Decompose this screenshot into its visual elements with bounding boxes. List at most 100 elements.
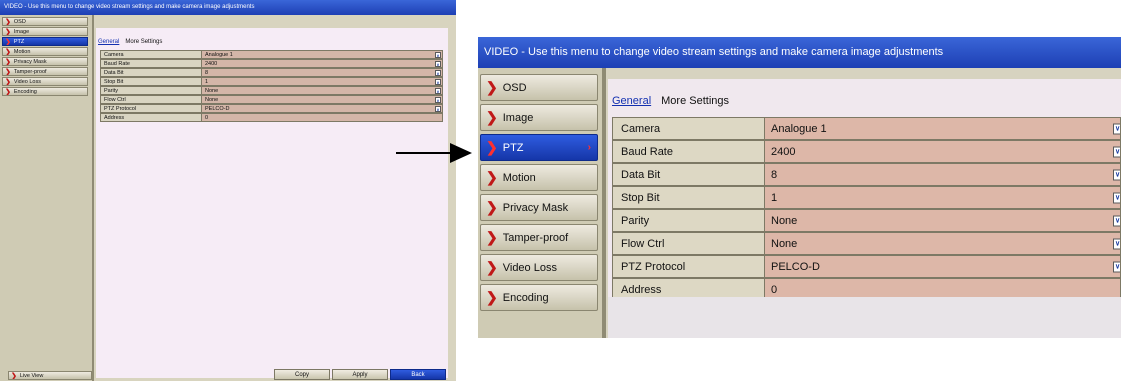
chevron-down-icon[interactable]: ∨ [1113, 123, 1120, 134]
sidebar-item-label: PTZ [13, 38, 25, 45]
setting-value: 8 [771, 168, 778, 181]
chevron-right-icon: ❯ [5, 88, 11, 96]
chevron-down-icon[interactable]: ∨ [1113, 215, 1120, 226]
stop-bit-select[interactable]: 1 ∨ [202, 77, 443, 86]
sidebar-item-label: Encoding [502, 291, 549, 304]
chevron-down-icon[interactable]: ∨ [435, 87, 441, 94]
setting-value: PELCO-D [205, 105, 230, 112]
chevron-right-icon: ❯ [486, 139, 498, 155]
window-title: VIDEO - Use this menu to change video st… [0, 0, 456, 15]
setting-label: Stop Bit [100, 77, 202, 86]
sidebar-item-motion[interactable]: ❯ Motion [2, 47, 88, 56]
sidebar-item-label: PTZ [502, 141, 524, 154]
zoomed-video-menu: VIDEO - Use this menu to change video st… [478, 37, 1121, 338]
setting-value: 1 [205, 78, 209, 85]
chevron-right-icon: ❯ [486, 289, 498, 305]
flow-ctrl-select[interactable]: None ∨ [202, 95, 443, 104]
chevron-down-icon[interactable]: ∨ [435, 105, 441, 112]
table-row: Stop Bit 1 ∨ [100, 77, 443, 86]
parity-select[interactable]: None ∨ [202, 86, 443, 95]
setting-label: Camera [100, 50, 202, 59]
sidebar-item-label: Motion [13, 48, 31, 55]
sidebar-item-privacy-mask[interactable]: ❯ Privacy Mask [480, 194, 598, 221]
table-row: Flow Ctrl None ∨ [100, 95, 443, 104]
chevron-down-icon[interactable]: ∨ [1113, 261, 1120, 272]
setting-label: Flow Ctrl [612, 232, 765, 255]
data-bit-select[interactable]: 8 ∨ [765, 163, 1121, 186]
sidebar-item-ptz[interactable]: ❯ PTZ › [480, 134, 598, 161]
copy-button[interactable]: Copy [274, 369, 330, 380]
sidebar-item-motion[interactable]: ❯ Motion [480, 164, 598, 191]
table-row: Stop Bit 1 ∨ [612, 186, 1121, 209]
chevron-down-icon[interactable]: ∨ [435, 78, 441, 85]
sidebar-item-label: Privacy Mask [502, 201, 569, 214]
tab-more-settings[interactable]: More Settings [661, 95, 729, 107]
ptz-protocol-select[interactable]: PELCO-D ∨ [765, 255, 1121, 278]
tab-general[interactable]: General [98, 39, 119, 45]
sidebar-item-label: Video Loss [502, 261, 557, 274]
table-row: Camera Analogue 1 ∨ [612, 117, 1121, 140]
address-input[interactable]: 0 [202, 113, 443, 122]
setting-value: None [771, 214, 798, 227]
sidebar-item-osd[interactable]: ❯ OSD [2, 17, 88, 26]
tab-general[interactable]: General [612, 95, 651, 107]
back-button[interactable]: Back [390, 369, 446, 380]
apply-button[interactable]: Apply [332, 369, 388, 380]
sidebar-item-tamper-proof[interactable]: ❯ Tamper-proof [2, 67, 88, 76]
setting-label: Data Bit [612, 163, 765, 186]
flow-ctrl-select[interactable]: None ∨ [765, 232, 1121, 255]
table-row: Data Bit 8 ∨ [612, 163, 1121, 186]
ptz-protocol-select[interactable]: PELCO-D ∨ [202, 104, 443, 113]
chevron-right-icon: ❯ [5, 58, 11, 66]
parity-select[interactable]: None ∨ [765, 209, 1121, 232]
setting-value: Analogue 1 [771, 122, 827, 135]
sidebar: ❯ OSD ❯ Image ❯ PTZ ❯ Motion ❯ Privacy M… [0, 15, 94, 381]
setting-label: PTZ Protocol [100, 104, 202, 113]
table-row: Baud Rate 2400 ∨ [612, 140, 1121, 163]
sidebar-item-encoding[interactable]: ❯ Encoding [2, 87, 88, 96]
chevron-right-icon: ❯ [486, 199, 498, 215]
baud-rate-select[interactable]: 2400 ∨ [202, 59, 443, 68]
sidebar-item-video-loss[interactable]: ❯ Video Loss [480, 254, 598, 281]
chevron-down-icon[interactable]: ∨ [1113, 169, 1120, 180]
sidebar: ❯ OSD ❯ Image ❯ PTZ › ❯ Motion ❯ Privacy… [478, 68, 606, 338]
sidebar-item-image[interactable]: ❯ Image [2, 27, 88, 36]
chevron-down-icon[interactable]: ∨ [1113, 192, 1120, 203]
stop-bit-select[interactable]: 1 ∨ [765, 186, 1121, 209]
setting-value: 2400 [771, 145, 796, 158]
sidebar-item-video-loss[interactable]: ❯ Video Loss [2, 77, 88, 86]
live-view-button[interactable]: ❯ Live View [8, 371, 92, 380]
setting-label: Baud Rate [100, 59, 202, 68]
chevron-down-icon[interactable]: ∨ [435, 96, 441, 103]
sidebar-item-image[interactable]: ❯ Image [480, 104, 598, 131]
baud-rate-select[interactable]: 2400 ∨ [765, 140, 1121, 163]
sidebar-item-encoding[interactable]: ❯ Encoding [480, 284, 598, 311]
chevron-right-icon: ❯ [5, 28, 11, 36]
data-bit-select[interactable]: 8 ∨ [202, 68, 443, 77]
sidebar-item-label: Video Loss [13, 78, 41, 85]
camera-select[interactable]: Analogue 1 ∨ [202, 50, 443, 59]
tab-more-settings[interactable]: More Settings [125, 39, 162, 45]
arrow-right-icon [396, 143, 472, 163]
table-row: Baud Rate 2400 ∨ [100, 59, 443, 68]
sidebar-item-ptz[interactable]: ❯ PTZ [2, 37, 88, 46]
sidebar-item-label: Motion [502, 171, 536, 184]
table-row: Data Bit 8 ∨ [100, 68, 443, 77]
camera-select[interactable]: Analogue 1 ∨ [765, 117, 1121, 140]
setting-label: Data Bit [100, 68, 202, 77]
table-row: Address 0 [100, 113, 443, 122]
chevron-right-icon: ❯ [5, 48, 11, 56]
chevron-down-icon[interactable]: ∨ [1113, 238, 1120, 249]
chevron-down-icon[interactable]: ∨ [435, 60, 441, 67]
settings-table: Camera Analogue 1 ∨ Baud Rate 2400 ∨ Data … [612, 117, 1121, 307]
window-title: VIDEO - Use this menu to change video st… [478, 37, 1121, 68]
chevron-right-icon: ❯ [486, 229, 498, 245]
sidebar-item-privacy-mask[interactable]: ❯ Privacy Mask [2, 57, 88, 66]
chevron-down-icon[interactable]: ∨ [1113, 146, 1120, 157]
sidebar-item-tamper-proof[interactable]: ❯ Tamper-proof [480, 224, 598, 251]
sidebar-item-label: OSD [13, 18, 26, 25]
chevron-down-icon[interactable]: ∨ [435, 51, 441, 58]
sidebar-item-osd[interactable]: ❯ OSD [480, 74, 598, 101]
chevron-down-icon[interactable]: ∨ [435, 69, 441, 76]
table-row: PTZ Protocol PELCO-D ∨ [100, 104, 443, 113]
